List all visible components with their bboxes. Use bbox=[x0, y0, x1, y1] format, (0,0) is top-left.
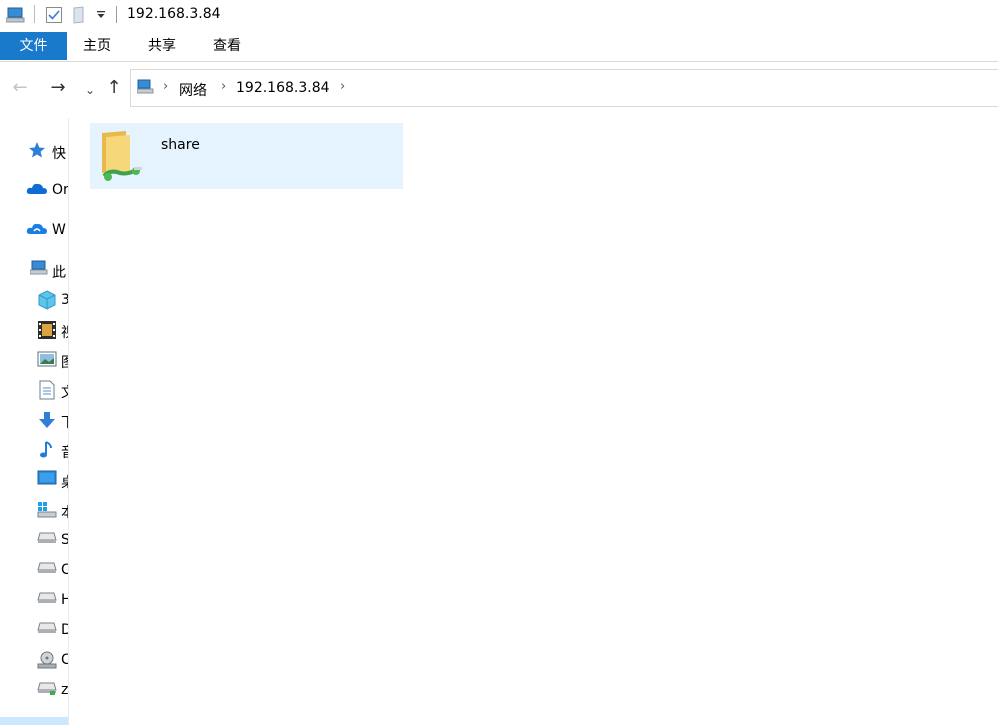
drive-icon bbox=[37, 530, 57, 548]
quick-access-star-icon bbox=[28, 141, 46, 159]
documents-icon bbox=[39, 380, 57, 400]
downloads-icon bbox=[37, 410, 55, 428]
properties-check-icon[interactable] bbox=[45, 6, 63, 28]
forward-arrow-icon[interactable]: → bbox=[48, 78, 68, 100]
sidebar-item-label: 此 bbox=[52, 265, 66, 281]
sidebar-item-downloads[interactable]: 下 bbox=[0, 406, 68, 434]
back-arrow-icon[interactable]: ← bbox=[10, 78, 30, 100]
sidebar-item-label: C bbox=[61, 562, 68, 578]
sidebar-item-label: 本 bbox=[61, 502, 68, 522]
sidebar-item-label: H bbox=[61, 592, 68, 608]
network-computer-icon bbox=[136, 79, 155, 99]
toolbar-separator bbox=[34, 5, 35, 23]
sidebar-item-label: Or bbox=[52, 182, 69, 198]
sidebar-item-onedrive[interactable]: Or bbox=[0, 176, 68, 204]
breadcrumb-chevron-icon[interactable]: › bbox=[163, 79, 168, 94]
sidebar-selected-item[interactable] bbox=[0, 717, 68, 725]
drive-icon bbox=[37, 560, 57, 578]
sidebar-item-network-drive[interactable]: z bbox=[0, 676, 68, 704]
breadcrumb-chevron-icon[interactable]: › bbox=[221, 79, 226, 94]
sidebar-item-label: 音 bbox=[61, 442, 68, 462]
videos-icon bbox=[37, 320, 56, 339]
title-separator bbox=[116, 6, 117, 23]
sidebar-item-wps-cloud[interactable]: W bbox=[0, 216, 68, 244]
drive-icon bbox=[37, 590, 57, 608]
sidebar-item-3d-objects[interactable]: 3 bbox=[0, 286, 68, 314]
shared-folder-item[interactable]: share bbox=[90, 123, 403, 189]
sidebar-item-music[interactable]: 音 bbox=[0, 436, 68, 464]
sidebar-item-label: 3 bbox=[61, 292, 68, 308]
address-bar[interactable]: › 网络 › 192.168.3.84 › bbox=[130, 69, 998, 107]
drive-icon bbox=[37, 620, 57, 638]
music-icon bbox=[37, 440, 55, 458]
sidebar-item-label: 下 bbox=[61, 412, 68, 432]
sidebar-item-desktop[interactable]: 桌 bbox=[0, 466, 68, 494]
sidebar-item-pictures[interactable]: 图 bbox=[0, 346, 68, 374]
breadcrumb-host[interactable]: 192.168.3.84 bbox=[236, 80, 330, 96]
tab-file[interactable]: 文件 bbox=[0, 32, 67, 60]
sidebar-item-label: 图 bbox=[61, 352, 68, 372]
sidebar-item-label: z bbox=[61, 682, 69, 698]
this-pc-icon bbox=[29, 260, 48, 278]
sidebar-item-label: 快 bbox=[52, 146, 66, 162]
pictures-icon bbox=[37, 350, 57, 368]
sidebar-item-documents[interactable]: 文 bbox=[0, 376, 68, 404]
file-list-view: share bbox=[70, 114, 998, 725]
sidebar-item-label: C bbox=[61, 652, 68, 668]
sidebar-item-label: 视 bbox=[61, 322, 68, 342]
3d-objects-icon bbox=[37, 290, 56, 310]
cd-drive-icon bbox=[37, 650, 57, 669]
tab-share[interactable]: 共享 bbox=[132, 32, 192, 60]
customize-toolbar-dropdown-icon[interactable] bbox=[96, 9, 106, 24]
breadcrumb-chevron-icon[interactable]: › bbox=[340, 79, 345, 94]
sidebar-item-drive[interactable]: C bbox=[0, 556, 68, 584]
sidebar-item-label: 文 bbox=[61, 382, 68, 402]
window-title: 192.168.3.84 bbox=[127, 6, 221, 22]
breadcrumb-network[interactable]: 网络 bbox=[179, 80, 207, 100]
sidebar-item-label: W bbox=[52, 222, 66, 238]
shared-folder-icon bbox=[100, 129, 144, 189]
up-arrow-icon[interactable]: ↑ bbox=[104, 78, 124, 100]
sidebar-item-drive[interactable]: H bbox=[0, 586, 68, 614]
sidebar-item-videos[interactable]: 视 bbox=[0, 316, 68, 344]
sidebar-item-cd-drive[interactable]: C bbox=[0, 646, 68, 674]
sidebar-item-label: D bbox=[61, 622, 68, 638]
tab-view[interactable]: 查看 bbox=[197, 32, 257, 60]
windows-drive-icon bbox=[37, 500, 57, 518]
desktop-icon bbox=[37, 470, 57, 488]
sidebar-item-drive[interactable]: S bbox=[0, 526, 68, 554]
computer-icon bbox=[5, 6, 26, 28]
network-drive-icon bbox=[37, 680, 57, 698]
tab-home[interactable]: 主页 bbox=[67, 32, 127, 60]
navigation-bar: ← → ⌄ ↑ › 网络 › 192.168.3.84 › bbox=[0, 62, 998, 114]
recent-locations-chevron-icon[interactable]: ⌄ bbox=[80, 80, 100, 102]
shared-folder-name: share bbox=[161, 137, 200, 153]
sidebar-item-this-pc[interactable]: 此 bbox=[0, 256, 68, 284]
title-bar: 192.168.3.84 bbox=[0, 0, 998, 30]
new-folder-icon[interactable] bbox=[73, 6, 87, 28]
sidebar-item-label: 桌 bbox=[61, 472, 68, 492]
onedrive-cloud-icon bbox=[26, 180, 47, 198]
navigation-pane: 快 Or W 此 3 视 图 文 下 音 桌 本 bbox=[0, 118, 69, 725]
wps-cloud-icon bbox=[26, 220, 47, 238]
sidebar-item-label: S bbox=[61, 532, 68, 548]
ribbon-tabs: 文件 主页 共享 查看 bbox=[0, 32, 998, 62]
sidebar-item-drive[interactable]: D bbox=[0, 616, 68, 644]
sidebar-item-windows-drive[interactable]: 本 bbox=[0, 496, 68, 524]
sidebar-item-quick-access[interactable]: 快 bbox=[0, 137, 68, 165]
